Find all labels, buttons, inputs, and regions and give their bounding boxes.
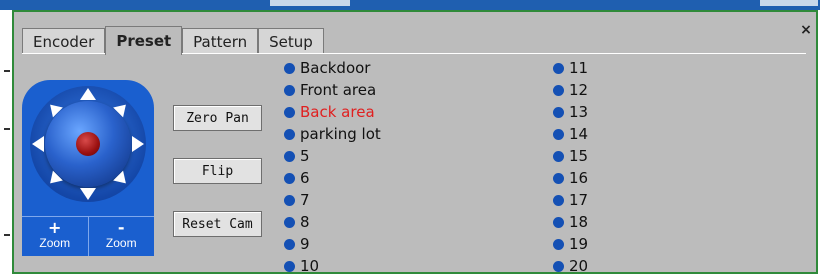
preset-item-8[interactable]: 8: [284, 211, 310, 233]
preset-item-20[interactable]: 20: [553, 255, 588, 277]
preset-label: 10: [300, 257, 320, 275]
preset-label: 13: [569, 103, 589, 121]
preset-item-17[interactable]: 17: [553, 189, 588, 211]
preset-dot-icon: [553, 238, 564, 250]
preset-label: parking lot: [300, 125, 381, 143]
joystick-center-button[interactable]: [76, 132, 100, 156]
preset-dot-icon: [553, 194, 564, 206]
preset-dot-icon: [553, 150, 564, 162]
edge-mark: [4, 70, 10, 72]
title-bar-segment: [760, 0, 818, 6]
tab-preset[interactable]: Preset: [105, 26, 183, 55]
zoom-out-button[interactable]: - Zoom: [87, 216, 154, 256]
preset-dot-icon: [284, 150, 295, 162]
preset-dot-icon: [284, 216, 295, 228]
preset-dot-icon: [553, 216, 564, 228]
preset-label: 9: [300, 235, 310, 253]
edge-mark: [4, 128, 10, 130]
preset-item-5[interactable]: 5: [284, 145, 310, 167]
close-button[interactable]: ×: [798, 22, 814, 38]
preset-dot-icon: [553, 128, 564, 140]
title-bar-segment: [270, 0, 350, 6]
preset-item-19[interactable]: 19: [553, 233, 588, 255]
preset-item-16[interactable]: 16: [553, 167, 588, 189]
preset-label: 20: [569, 257, 589, 275]
preset-item-14[interactable]: 14: [553, 123, 588, 145]
preset-item-15[interactable]: 15: [553, 145, 588, 167]
preset-dot-icon: [284, 172, 295, 184]
preset-dot-icon: [553, 106, 564, 118]
preset-label: 14: [569, 125, 589, 143]
preset-dot-icon: [553, 260, 564, 272]
preset-label: 15: [569, 147, 589, 165]
preset-label: 7: [300, 191, 310, 209]
window-title-bar: [0, 0, 820, 10]
preset-label: 5: [300, 147, 310, 165]
preset-dot-icon: [284, 106, 295, 118]
preset-label: 8: [300, 213, 310, 231]
preset-label: Backdoor: [300, 59, 371, 77]
preset-item-2[interactable]: Front area: [284, 79, 376, 101]
preset-label: 11: [569, 59, 589, 77]
preset-label: 17: [569, 191, 589, 209]
minus-icon: -: [117, 218, 125, 237]
pan-down-arrow-icon[interactable]: [80, 188, 96, 200]
preset-item-9[interactable]: 9: [284, 233, 310, 255]
preset-item-13[interactable]: 13: [553, 101, 588, 123]
preset-item-12[interactable]: 12: [553, 79, 588, 101]
tab-bar: Encoder Preset Pattern Setup: [22, 26, 324, 55]
zoom-out-label: Zoom: [105, 236, 137, 250]
pan-right-arrow-icon[interactable]: [132, 136, 144, 152]
ptz-joystick[interactable]: + Zoom - Zoom: [22, 80, 154, 256]
preset-dot-icon: [284, 260, 295, 272]
preset-dot-icon: [553, 62, 564, 74]
zoom-in-label: Zoom: [39, 236, 71, 250]
tab-encoder[interactable]: Encoder: [22, 28, 106, 54]
plus-icon: +: [48, 218, 62, 237]
preset-label: 18: [569, 213, 589, 231]
preset-item-7[interactable]: 7: [284, 189, 310, 211]
preset-item-4[interactable]: parking lot: [284, 123, 381, 145]
left-edge: [0, 10, 12, 276]
zoom-controls: + Zoom - Zoom: [22, 216, 154, 256]
preset-dot-icon: [284, 62, 295, 74]
preset-label: 16: [569, 169, 589, 187]
preset-label: 6: [300, 169, 310, 187]
pan-up-arrow-icon[interactable]: [80, 88, 96, 100]
tab-pattern[interactable]: Pattern: [182, 28, 259, 54]
preset-label: 12: [569, 81, 589, 99]
preset-item-1[interactable]: Backdoor: [284, 57, 370, 79]
preset-item-6[interactable]: 6: [284, 167, 310, 189]
preset-label: Front area: [300, 81, 377, 99]
zoom-in-button[interactable]: + Zoom: [22, 216, 88, 256]
pan-left-arrow-icon[interactable]: [32, 136, 44, 152]
preset-dot-icon: [553, 84, 564, 96]
zero-pan-button[interactable]: Zero Pan: [173, 105, 262, 131]
preset-item-10[interactable]: 10: [284, 255, 319, 277]
preset-item-11[interactable]: 11: [553, 57, 588, 79]
preset-item-3[interactable]: Back area: [284, 101, 375, 123]
preset-dot-icon: [284, 238, 295, 250]
edge-mark: [4, 234, 10, 236]
preset-label: 19: [569, 235, 589, 253]
flip-button[interactable]: Flip: [173, 158, 262, 184]
preset-item-18[interactable]: 18: [553, 211, 588, 233]
preset-label: Back area: [300, 103, 375, 121]
preset-dot-icon: [284, 84, 295, 96]
preset-dot-icon: [553, 172, 564, 184]
reset-cam-button[interactable]: Reset Cam: [173, 211, 262, 237]
preset-dot-icon: [284, 128, 295, 140]
preset-dot-icon: [284, 194, 295, 206]
tab-setup[interactable]: Setup: [258, 28, 324, 54]
